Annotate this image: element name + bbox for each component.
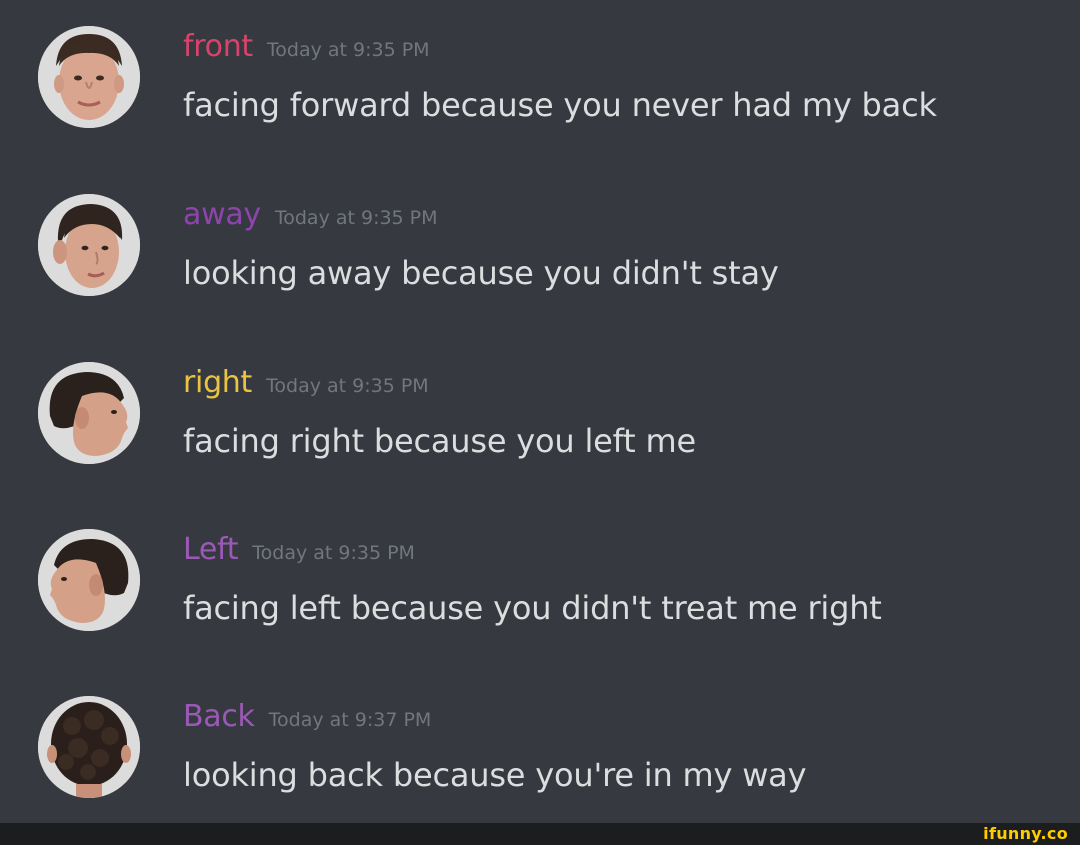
timestamp: Today at 9:35 PM — [266, 39, 430, 61]
left-profile-photo-icon — [38, 529, 140, 631]
message-item: away Today at 9:35 PM looking away becaus… — [0, 168, 1080, 318]
message-header: front Today at 9:35 PM — [183, 29, 430, 64]
message-content: looking away because you didn't stay — [183, 254, 779, 292]
message-item: right Today at 9:35 PM facing right becau… — [0, 336, 1080, 486]
message-header: right Today at 9:35 PM — [183, 365, 429, 400]
timestamp: Today at 9:35 PM — [252, 542, 415, 564]
message-content: facing forward because you never had my … — [183, 86, 937, 124]
user-avatar[interactable] — [38, 194, 140, 296]
timestamp: Today at 9:35 PM — [266, 375, 429, 397]
message-header: Left Today at 9:35 PM — [183, 532, 415, 567]
user-avatar[interactable] — [38, 529, 140, 631]
username[interactable]: right — [183, 365, 252, 400]
user-avatar[interactable] — [38, 26, 140, 128]
message-item: Left Today at 9:35 PM facing left because… — [0, 503, 1080, 653]
username[interactable]: away — [183, 197, 261, 232]
message-header: Back Today at 9:37 PM — [183, 699, 431, 734]
message-content: looking back because you're in my way — [183, 756, 807, 794]
username[interactable]: Left — [183, 532, 239, 567]
watermark: ifunny.co — [983, 824, 1068, 843]
message-header: away Today at 9:35 PM — [183, 197, 438, 232]
timestamp: Today at 9:35 PM — [274, 207, 438, 229]
right-profile-photo-icon — [38, 362, 140, 464]
user-avatar[interactable] — [38, 362, 140, 464]
message-item: Back Today at 9:37 PM looking back becaus… — [0, 670, 1080, 820]
username[interactable]: Back — [183, 699, 255, 734]
timestamp: Today at 9:37 PM — [268, 709, 432, 731]
message-item: front Today at 9:35 PM facing forward bec… — [0, 0, 1080, 150]
back-of-head-photo-icon — [38, 696, 140, 798]
message-content: facing left because you didn't treat me … — [183, 589, 882, 627]
front-face-photo-icon — [38, 26, 140, 128]
message-content: facing right because you left me — [183, 422, 696, 460]
footer-bar: ifunny.co — [0, 823, 1080, 845]
chat-log: front Today at 9:35 PM facing forward bec… — [0, 0, 1080, 823]
three-quarter-face-photo-icon — [38, 194, 140, 296]
username[interactable]: front — [183, 29, 253, 64]
user-avatar[interactable] — [38, 696, 140, 798]
